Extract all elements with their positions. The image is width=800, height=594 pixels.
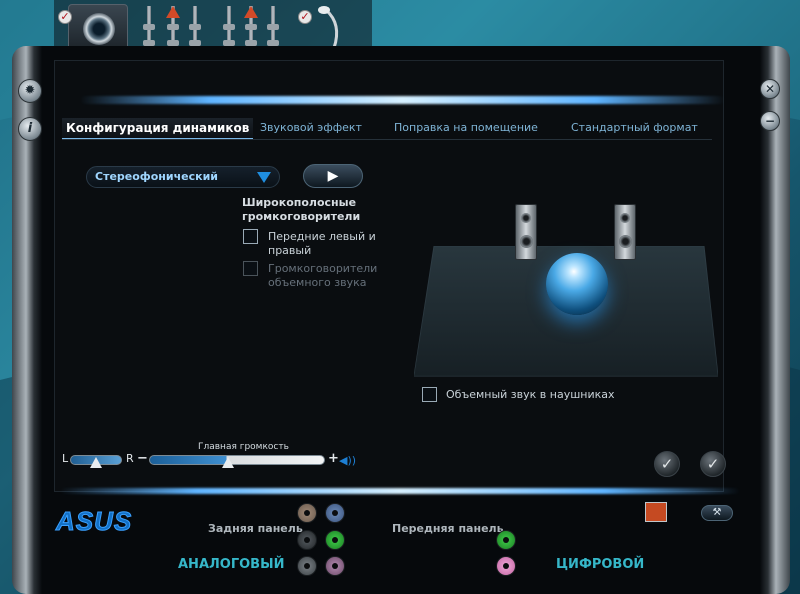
- balance-right-label: R: [126, 452, 134, 465]
- balance-left-label: L: [62, 452, 69, 465]
- top-glow-divider: [80, 96, 725, 104]
- rear-jack-green[interactable]: [325, 530, 345, 550]
- front-speakers-label: Передние левый и правый: [268, 230, 376, 257]
- close-icon[interactable]: ✕: [760, 79, 780, 99]
- tab-default-format[interactable]: Стандартный формат: [571, 118, 698, 140]
- microphone-check-icon: ✓: [298, 10, 312, 24]
- rear-jack-pink[interactable]: [325, 556, 345, 576]
- listener-sphere-icon: [546, 253, 608, 315]
- dropdown-arrow-icon: [257, 172, 271, 183]
- fullrange-speakers-title: Широкополосные громкоговорители: [242, 196, 361, 223]
- analog-label: АНАЛОГОВЫЙ: [178, 557, 285, 572]
- play-test-button[interactable]: ▶: [303, 164, 363, 188]
- headphone-surround-label: Объемный звук в наушниках: [446, 388, 615, 401]
- master-volume-slider[interactable]: [149, 455, 325, 465]
- mute-check-icon[interactable]: ✓: [700, 451, 726, 477]
- volume-minus-label: −: [137, 451, 148, 466]
- tab-bar: Конфигурация динамиков Звуковой эффект П…: [62, 118, 712, 140]
- wrench-icon[interactable]: ⚒: [701, 505, 733, 521]
- volume-plus-label: +: [328, 451, 339, 466]
- tab-room-correction[interactable]: Поправка на помещение: [394, 118, 538, 140]
- rear-jack-gray[interactable]: [297, 556, 317, 576]
- speaker-config-value: Стереофонический: [95, 170, 218, 183]
- speaker-config-select[interactable]: Стереофонический: [86, 166, 280, 188]
- tab-underline: [62, 139, 712, 140]
- front-jack-green[interactable]: [496, 530, 516, 550]
- master-volume-label: Главная громкость: [198, 442, 289, 452]
- webcam-check-icon: ✓: [58, 10, 72, 24]
- asus-logo: ASUS: [55, 506, 133, 537]
- surround-speakers-label: Громкоговорители объемного звука: [268, 262, 378, 289]
- left-speaker-icon[interactable]: [515, 204, 537, 260]
- tab-speaker-configuration[interactable]: Конфигурация динамиков: [62, 118, 254, 140]
- play-icon: ▶: [327, 168, 339, 184]
- rear-jack-black[interactable]: [297, 530, 317, 550]
- balance-slider-thumb[interactable]: [90, 457, 102, 468]
- info-icon[interactable]: i: [18, 117, 42, 141]
- rear-jack-blue[interactable]: [325, 503, 345, 523]
- front-speakers-checkbox[interactable]: [243, 229, 258, 244]
- right-speaker-icon[interactable]: [614, 204, 636, 260]
- headphone-surround-checkbox[interactable]: [422, 387, 437, 402]
- rear-jack-orange[interactable]: [297, 503, 317, 523]
- front-jack-pink[interactable]: [496, 556, 516, 576]
- master-volume-thumb[interactable]: [222, 457, 234, 468]
- rear-panel-label: Задняя панель: [208, 522, 303, 535]
- bottom-glow-divider: [60, 488, 740, 494]
- settings-gear-icon[interactable]: ✹: [18, 79, 42, 103]
- confirm-check-icon[interactable]: ✓: [654, 451, 680, 477]
- digital-label: ЦИФРОВОЙ: [556, 557, 645, 572]
- surround-speakers-checkbox[interactable]: [243, 261, 258, 276]
- minimize-icon[interactable]: −: [760, 111, 780, 131]
- front-panel-label: Передняя панель: [392, 522, 504, 535]
- speaker-volume-icon[interactable]: ◀)): [339, 454, 356, 467]
- tab-sound-effect[interactable]: Звуковой эффект: [260, 118, 362, 140]
- connector-settings-icon[interactable]: [645, 502, 667, 522]
